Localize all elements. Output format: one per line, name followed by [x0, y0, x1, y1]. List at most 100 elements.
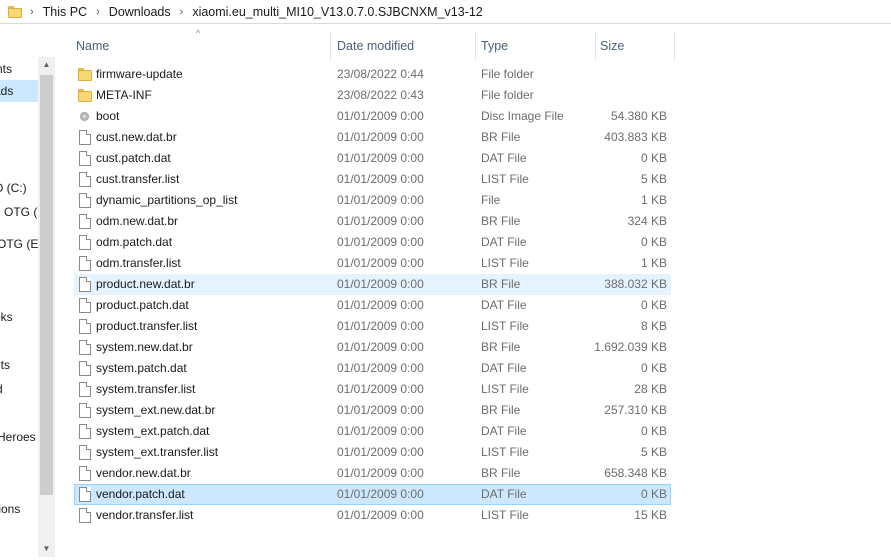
file-size: 0 KB [640, 151, 667, 165]
file-date-modified: 01/01/2009 0:00 [337, 298, 424, 312]
column-divider[interactable] [475, 32, 476, 60]
file-row[interactable]: dynamic_partitions_op_list 01/01/2009 0:0… [74, 190, 671, 211]
nav-item[interactable]: oks [0, 306, 13, 328]
file-date-modified: 01/01/2009 0:00 [337, 235, 424, 249]
file-row[interactable]: odm.transfer.list 01/01/2009 0:00 LIST Fil… [74, 253, 671, 274]
nav-item[interactable]: nts [0, 58, 12, 80]
file-date-modified: 01/01/2009 0:00 [337, 109, 424, 123]
column-header-name[interactable]: Name [72, 32, 330, 60]
address-bar[interactable]: › This PC › Downloads › xiaomi.eu_multi_… [0, 0, 891, 24]
file-row[interactable]: system.transfer.list 01/01/2009 0:00 LIST … [74, 379, 671, 400]
file-row[interactable]: product.patch.dat 01/01/2009 0:00 DAT File… [74, 295, 671, 316]
file-row[interactable]: system_ext.patch.dat 01/01/2009 0:00 DAT F… [74, 421, 671, 442]
file-size: 403.883 KB [604, 130, 667, 144]
file-date-modified: 01/01/2009 0:00 [337, 466, 424, 480]
file-type: Disc Image File [481, 109, 564, 123]
file-size [577, 65, 667, 84]
chevron-right-icon[interactable]: › [180, 6, 184, 18]
file-row[interactable]: product.transfer.list 01/01/2009 0:00 LIST… [74, 316, 671, 337]
file-type: DAT File [481, 235, 527, 249]
scrollbar-thumb[interactable] [40, 75, 53, 495]
file-date-modified: 01/01/2009 0:00 [337, 445, 424, 459]
file-icon [79, 214, 91, 229]
file-name: product.new.dat.br [96, 277, 195, 291]
file-row[interactable]: boot 01/01/2009 0:00 Disc Image File 54.380… [74, 106, 671, 127]
file-name: META-INF [96, 88, 152, 102]
file-icon [79, 466, 91, 481]
folder-icon [78, 88, 92, 104]
file-type: BR File [481, 340, 521, 354]
column-divider[interactable] [674, 32, 675, 60]
file-row[interactable]: system.new.dat.br 01/01/2009 0:00 BR File 1… [74, 337, 671, 358]
file-type: DAT File [481, 424, 527, 438]
file-size: 0 KB [640, 487, 667, 501]
nav-item[interactable]: nts [0, 354, 10, 376]
file-row[interactable]: odm.patch.dat 01/01/2009 0:00 DAT File 0 KB [74, 232, 671, 253]
file-type: DAT File [481, 487, 527, 501]
chevron-right-icon[interactable]: › [30, 6, 34, 18]
file-name: system_ext.patch.dat [96, 424, 210, 438]
file-name: odm.new.dat.br [96, 214, 179, 228]
file-size: 5 KB [640, 445, 667, 459]
nav-scrollbar[interactable]: ▲ ▼ [38, 57, 55, 557]
file-name: system.new.dat.br [96, 340, 193, 354]
nav-item[interactable]: d [0, 378, 3, 400]
file-row[interactable]: vendor.patch.dat 01/01/2009 0:00 DAT File 0… [74, 484, 671, 505]
breadcrumb-this-pc[interactable]: This PC [43, 5, 87, 19]
file-icon [79, 130, 91, 145]
file-name: product.patch.dat [96, 298, 189, 312]
file-name: vendor.transfer.list [96, 508, 194, 522]
file-name: cust.patch.dat [96, 151, 171, 165]
file-row[interactable]: odm.new.dat.br 01/01/2009 0:00 BR File 324 … [74, 211, 671, 232]
file-name: odm.transfer.list [96, 256, 181, 270]
nav-item[interactable]: tions [0, 498, 20, 520]
file-size: 324 KB [627, 214, 667, 228]
file-row[interactable]: system_ext.new.dat.br 01/01/2009 0:00 BR F… [74, 400, 671, 421]
scroll-down-icon[interactable]: ▼ [38, 541, 55, 557]
folder-row[interactable]: firmware-update 23/08/2022 0:44 File folde… [74, 64, 671, 85]
file-name: system_ext.transfer.list [96, 445, 219, 459]
file-icon [79, 403, 91, 418]
file-row[interactable]: vendor.transfer.list 01/01/2009 0:00 LIST … [74, 505, 671, 526]
chevron-right-icon[interactable]: › [96, 6, 100, 18]
file-row[interactable]: product.new.dat.br 01/01/2009 0:00 BR File… [74, 274, 671, 295]
file-row[interactable]: cust.transfer.list 01/01/2009 0:00 LIST Fi… [74, 169, 671, 190]
file-size: 15 KB [634, 508, 667, 522]
file-icon [79, 298, 91, 313]
file-icon [79, 193, 91, 208]
file-date-modified: 01/01/2009 0:00 [337, 172, 424, 186]
nav-item[interactable]: O (C:) [0, 177, 27, 199]
nav-item[interactable]: Heroes ( [0, 426, 43, 448]
column-header-type[interactable]: Type [477, 32, 595, 60]
file-row[interactable]: system.patch.dat 01/01/2009 0:00 DAT File 0… [74, 358, 671, 379]
file-type: BR File [481, 277, 521, 291]
file-row[interactable]: system_ext.transfer.list 01/01/2009 0:00 L… [74, 442, 671, 463]
file-date-modified: 01/01/2009 0:00 [337, 487, 424, 501]
breadcrumb-current-folder[interactable]: xiaomi.eu_multi_MI10_V13.0.7.0.SJBCNXM_v… [192, 5, 482, 19]
file-row[interactable]: cust.patch.dat 01/01/2009 0:00 DAT File 0 K… [74, 148, 671, 169]
file-icon [79, 424, 91, 439]
column-header-date-modified[interactable]: Date modified [333, 32, 475, 60]
scroll-up-icon[interactable]: ▲ [38, 57, 55, 73]
file-row[interactable]: cust.new.dat.br 01/01/2009 0:00 BR File 403… [74, 127, 671, 148]
breadcrumb-downloads[interactable]: Downloads [109, 5, 171, 19]
folder-row[interactable]: META-INF 23/08/2022 0:43 File folder [74, 85, 671, 106]
folder-icon [8, 5, 22, 18]
file-size: 658.348 KB [604, 466, 667, 480]
nav-item-selected[interactable]: ads [0, 80, 38, 102]
file-size: 1.692.039 KB [594, 340, 667, 354]
file-date-modified: 01/01/2009 0:00 [337, 256, 424, 270]
file-name: system_ext.new.dat.br [96, 403, 216, 417]
file-name: firmware-update [96, 67, 183, 81]
column-header-size[interactable]: Size [596, 32, 674, 60]
file-size [577, 86, 667, 105]
file-name: vendor.new.dat.br [96, 466, 191, 480]
file-icon [79, 277, 91, 292]
file-name: product.transfer.list [96, 319, 198, 333]
file-row[interactable]: vendor.new.dat.br 01/01/2009 0:00 BR File 6… [74, 463, 671, 484]
file-date-modified: 01/01/2009 0:00 [337, 151, 424, 165]
disc-image-icon [78, 109, 92, 125]
file-type: BR File [481, 466, 521, 480]
file-type: LIST File [481, 445, 529, 459]
column-divider[interactable] [330, 32, 331, 60]
